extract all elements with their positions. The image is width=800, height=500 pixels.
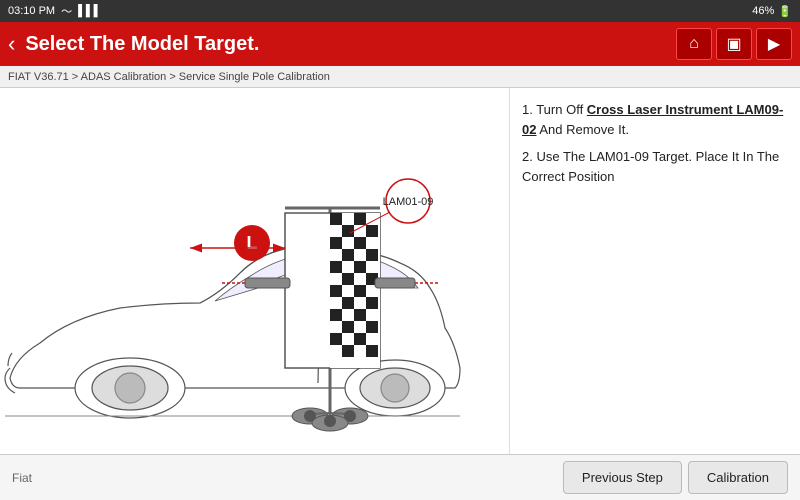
action-buttons: Previous Step Calibration	[563, 461, 788, 494]
battery-percent: 46%	[752, 5, 774, 17]
breadcrumb: FIAT V36.71 > ADAS Calibration > Service…	[0, 66, 800, 88]
back-button[interactable]: ‹	[8, 33, 15, 55]
page-title: Select The Model Target.	[25, 33, 676, 56]
main-content: L LAM01-09 1. Turn Off Cross Laser Instr…	[0, 88, 800, 454]
wifi-icon: 〜	[61, 3, 72, 19]
diagram-area: L LAM01-09	[0, 88, 510, 454]
diagram-svg: L LAM01-09	[0, 88, 510, 454]
previous-step-button[interactable]: Previous Step	[563, 461, 682, 494]
status-bar: 03:10 PM 〜 ▌▌▌ 46% 🔋	[0, 0, 800, 22]
forward-button[interactable]: ▶	[756, 28, 792, 60]
l-label: L	[247, 233, 258, 253]
menu-button[interactable]: ▣	[716, 28, 752, 60]
car-illustration	[5, 247, 460, 418]
instruction-line-1: 1. Turn Off Cross Laser Instrument LAM09…	[522, 100, 788, 139]
instructions-area: 1. Turn Off Cross Laser Instrument LAM09…	[510, 88, 800, 454]
breadcrumb-text: FIAT V36.71 > ADAS Calibration > Service…	[8, 71, 330, 83]
inst1-prefix: 1. Turn Off	[522, 102, 587, 117]
home-button[interactable]: ⌂	[676, 28, 712, 60]
battery-icon: 🔋	[778, 5, 792, 18]
instruction-line-2: 2. Use The LAM01-09 Target. Place It In …	[522, 147, 788, 186]
inst1-suffix: And Remove It.	[536, 122, 629, 137]
calibration-button[interactable]: Calibration	[688, 461, 788, 494]
signal-icon: ▌▌▌	[78, 5, 101, 17]
time-display: 03:10 PM	[8, 5, 55, 17]
bottom-bar: Fiat Previous Step Calibration	[0, 454, 800, 500]
lam-label: LAM01-09	[383, 196, 434, 208]
header: ‹ Select The Model Target. ⌂ ▣ ▶	[0, 22, 800, 66]
brand-label: Fiat	[12, 471, 32, 485]
